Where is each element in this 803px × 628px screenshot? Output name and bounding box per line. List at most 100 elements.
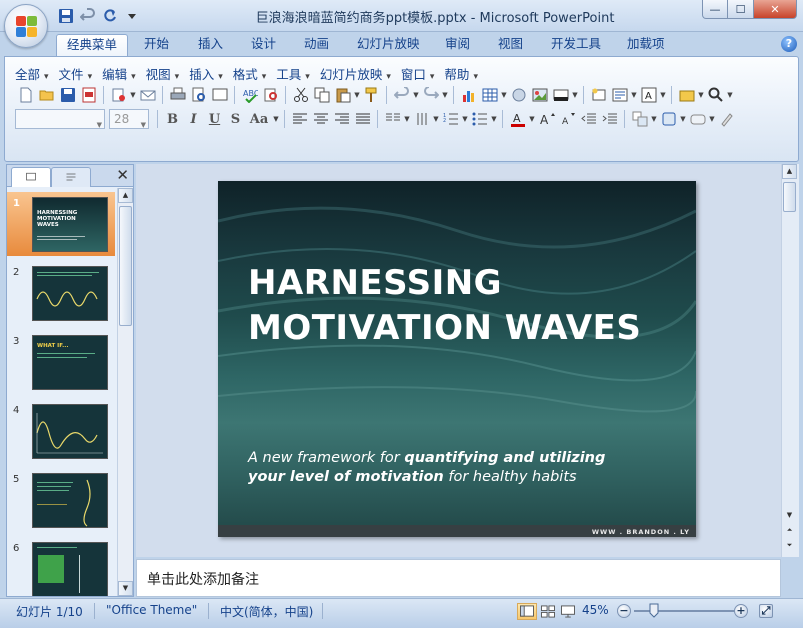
bold-button[interactable]: B xyxy=(162,109,183,130)
chevron-down-icon[interactable]: ▼ xyxy=(650,115,658,123)
paste-icon[interactable] xyxy=(332,85,353,106)
decrease-indent-icon[interactable] xyxy=(578,109,599,130)
tab-outline[interactable] xyxy=(51,167,91,187)
pdf-icon[interactable] xyxy=(78,85,99,106)
align-center-icon[interactable] xyxy=(310,109,331,130)
menu-view[interactable]: 视图 ▾ xyxy=(146,64,180,82)
customize-icon[interactable] xyxy=(122,6,142,26)
chevron-down-icon[interactable]: ▼ xyxy=(659,91,667,99)
thumbnail-slide-1[interactable]: 1 HARNESSING MOTIVATION WAVES xyxy=(7,192,115,256)
quick-styles-icon[interactable] xyxy=(658,109,679,130)
shrink-font-icon[interactable]: A xyxy=(557,109,578,130)
slide-view-icon[interactable] xyxy=(209,85,230,106)
align-left-icon[interactable] xyxy=(289,109,310,130)
help-icon[interactable]: ? xyxy=(781,36,797,52)
chevron-down-icon[interactable]: ▼ xyxy=(679,115,687,123)
format-painter-icon[interactable] xyxy=(361,85,382,106)
scroll-down-icon[interactable]: ▼ xyxy=(782,509,797,524)
previous-slide-icon[interactable]: ⏶ xyxy=(782,524,797,539)
email-icon[interactable] xyxy=(137,85,158,106)
tab-slides[interactable] xyxy=(11,167,51,187)
tab-addins[interactable]: 加载项 xyxy=(617,34,675,56)
menu-help[interactable]: 帮助 ▾ xyxy=(444,64,478,82)
chevron-down-icon[interactable]: ▼ xyxy=(697,91,705,99)
zoom-out-icon[interactable]: − xyxy=(617,604,631,618)
shape-fill-icon[interactable] xyxy=(687,109,708,130)
shapes-icon[interactable] xyxy=(676,85,697,106)
undo-icon[interactable] xyxy=(78,6,98,26)
slide-sorter-button[interactable] xyxy=(538,603,558,620)
theme-name[interactable]: "Office Theme" xyxy=(106,603,197,617)
chevron-down-icon[interactable]: ▼ xyxy=(412,91,420,99)
save-icon[interactable] xyxy=(56,6,76,26)
font-size-combo[interactable]: 28 ▼ xyxy=(109,109,149,129)
tab-view[interactable]: 视图 xyxy=(488,34,533,56)
redo-icon[interactable] xyxy=(420,85,441,106)
redo-icon[interactable] xyxy=(100,6,120,26)
align-right-icon[interactable] xyxy=(331,109,352,130)
picture-icon[interactable] xyxy=(529,85,550,106)
menu-insert[interactable]: 插入 ▾ xyxy=(189,64,223,82)
clipart-icon[interactable] xyxy=(508,85,529,106)
menu-file[interactable]: 文件 ▾ xyxy=(59,64,93,82)
normal-view-button[interactable] xyxy=(517,603,537,620)
textbox-icon[interactable]: A xyxy=(638,85,659,106)
chevron-down-icon[interactable]: ▼ xyxy=(129,91,137,99)
justify-icon[interactable] xyxy=(352,109,373,130)
menu-slideshow[interactable]: 幻灯片放映 ▾ xyxy=(320,64,391,82)
save-icon[interactable] xyxy=(57,85,78,106)
next-slide-icon[interactable]: ⏷ xyxy=(782,539,797,554)
maximize-button[interactable]: ☐ xyxy=(728,0,754,19)
tab-insert[interactable]: 插入 xyxy=(188,34,233,56)
scroll-thumb[interactable] xyxy=(783,182,796,212)
slideshow-view-button[interactable] xyxy=(558,603,578,620)
scroll-up-icon[interactable]: ▲ xyxy=(782,164,797,179)
print-preview-icon[interactable] xyxy=(188,85,209,106)
tab-slideshow[interactable]: 幻灯片放映 xyxy=(347,34,430,56)
chevron-down-icon[interactable]: ▼ xyxy=(353,91,361,99)
chevron-down-icon[interactable]: ▼ xyxy=(490,115,498,123)
print-icon[interactable] xyxy=(167,85,188,106)
spelling-icon[interactable]: ABC xyxy=(239,85,260,106)
increase-indent-icon[interactable] xyxy=(599,109,620,130)
zoom-in-icon[interactable]: + xyxy=(734,604,748,618)
layout-icon[interactable] xyxy=(609,85,630,106)
office-button[interactable] xyxy=(4,4,48,48)
thumbnail-slide-4[interactable]: 4 xyxy=(7,399,115,463)
shape-outline-icon[interactable] xyxy=(716,109,737,130)
thumbnail-slide-6[interactable]: 6 xyxy=(7,537,115,596)
search-icon[interactable] xyxy=(705,85,726,106)
open-folder-icon[interactable] xyxy=(36,85,57,106)
zoom-slider-thumb[interactable] xyxy=(649,603,659,618)
chart-icon[interactable] xyxy=(458,85,479,106)
thumbnail-slide-5[interactable]: 5 xyxy=(7,468,115,532)
menu-window[interactable]: 窗口 ▾ xyxy=(401,64,435,82)
arrange-icon[interactable] xyxy=(629,109,650,130)
undo-icon[interactable] xyxy=(391,85,412,106)
tab-animation[interactable]: 动画 xyxy=(294,34,339,56)
chevron-down-icon[interactable]: ▼ xyxy=(461,115,469,123)
slide-title[interactable]: HARNESSING MOTIVATION WAVES xyxy=(248,261,688,351)
numbering-icon[interactable]: 12 xyxy=(440,109,461,130)
new-document-icon[interactable] xyxy=(15,85,36,106)
font-color-icon[interactable]: A xyxy=(507,109,528,130)
cut-icon[interactable] xyxy=(290,85,311,106)
slide-scrollbar[interactable]: ▲ ▼ ⏶ ⏷ xyxy=(781,164,799,557)
color-fill-icon[interactable] xyxy=(550,85,571,106)
new-slide-icon[interactable] xyxy=(588,85,609,106)
zoom-level[interactable]: 45% xyxy=(582,603,609,617)
underline-button[interactable]: U xyxy=(204,109,225,130)
copy-icon[interactable] xyxy=(311,85,332,106)
chevron-down-icon[interactable]: ▼ xyxy=(272,115,280,123)
chevron-down-icon[interactable]: ▼ xyxy=(726,91,734,99)
chevron-down-icon[interactable]: ▼ xyxy=(500,91,508,99)
text-direction-icon[interactable] xyxy=(411,109,432,130)
tab-home[interactable]: 开始 xyxy=(134,34,179,56)
close-icon[interactable]: ✕ xyxy=(116,166,129,184)
menu-all[interactable]: 全部 ▾ xyxy=(15,64,49,82)
change-case-button[interactable]: Aa xyxy=(246,109,272,130)
grow-font-icon[interactable]: A xyxy=(536,109,557,130)
chevron-down-icon[interactable]: ▼ xyxy=(432,115,440,123)
language-indicator[interactable]: 中文(简体，中国) xyxy=(220,603,313,620)
menu-edit[interactable]: 编辑 ▾ xyxy=(102,64,136,82)
